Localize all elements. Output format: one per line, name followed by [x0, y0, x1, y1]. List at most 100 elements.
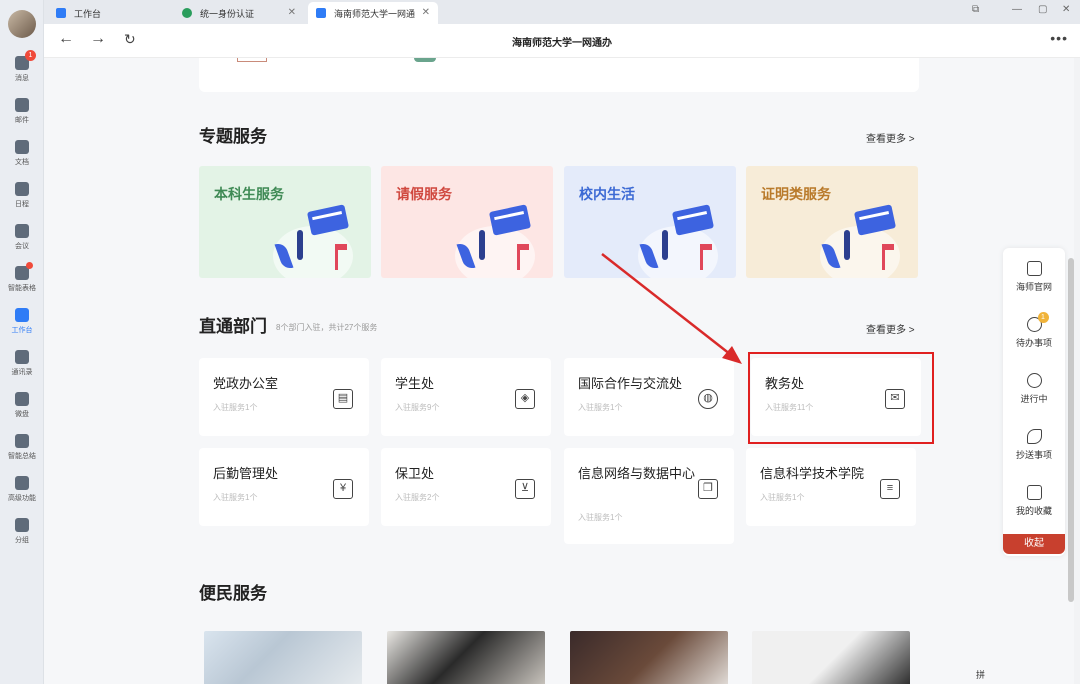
contacts-icon [15, 350, 29, 364]
quick-label: 进行中 [1020, 394, 1048, 404]
close-window-icon[interactable]: ✕ [1062, 4, 1070, 15]
rail-mail[interactable]: 邮件 [0, 94, 44, 134]
departments-more-link[interactable]: 查看更多 > [866, 321, 915, 336]
card-illustration [306, 204, 350, 236]
topics-more-link[interactable]: 查看更多 > [866, 130, 915, 145]
dept-security[interactable]: 保卫处 入驻服务2个 ⊻ [381, 448, 551, 526]
close-icon[interactable]: ✕ [422, 7, 430, 18]
page-title: 海南师范大学一网通办 [512, 38, 612, 49]
dept-info-science-college[interactable]: 信息科学技术学院 入驻服务1个 ≡ [746, 448, 916, 526]
dept-logistics[interactable]: 后勤管理处 入驻服务1个 ¥ [199, 448, 369, 526]
collapse-button[interactable]: 收起 [1003, 534, 1065, 554]
maximize-icon[interactable]: ▢ [1038, 4, 1047, 15]
card-illustration [853, 204, 897, 236]
notepad-icon: ≡ [880, 479, 900, 499]
departments-title: 直通部门 [199, 317, 267, 336]
person-illustration [662, 230, 668, 260]
handshake-icon: ◈ [515, 389, 535, 409]
topic-label: 校内生活 [579, 186, 635, 202]
rail-tags[interactable]: 分组 [0, 514, 44, 554]
tab-label: 统一身份认证 [200, 8, 255, 19]
card-decoration [237, 58, 267, 62]
rail-docs[interactable]: 文档 [0, 136, 44, 176]
mail-icon [15, 98, 29, 112]
drive-icon [15, 392, 29, 406]
meeting-icon [15, 224, 29, 238]
rail-drive[interactable]: 微盘 [0, 388, 44, 428]
minimize-icon[interactable]: — [1012, 4, 1022, 15]
document-icon [15, 140, 29, 154]
dept-name: 保卫处 [395, 466, 435, 481]
tag-icon [15, 518, 29, 532]
grid-icon [56, 8, 66, 18]
rail-label: 文档 [15, 159, 29, 166]
rail-advanced[interactable]: 高级功能 [0, 472, 44, 512]
tab-label: 海南师范大学一网通 [334, 8, 416, 19]
dept-academic-affairs[interactable]: 教务处 入驻服务11个 ✉ [751, 358, 921, 436]
service-photo[interactable] [387, 631, 545, 684]
topic-certificate-card[interactable]: 证明类服务 [746, 166, 918, 278]
rail-calendar[interactable]: 日程 [0, 178, 44, 218]
service-photo[interactable] [570, 631, 728, 684]
restore-tab-icon[interactable]: ⧉ [972, 4, 979, 15]
close-icon[interactable]: ✕ [288, 7, 296, 18]
topic-campus-life-card[interactable]: 校内生活 [564, 166, 736, 278]
tab-one-stop[interactable]: 海南师范大学一网通 ✕ [308, 2, 438, 24]
rail-label: 通讯录 [11, 369, 33, 376]
service-photo[interactable] [752, 631, 910, 684]
dept-count: 入驻服务1个 [578, 513, 623, 522]
dept-student-affairs[interactable]: 学生处 入驻服务9个 ◈ [381, 358, 551, 436]
rail-smart-sheet[interactable]: 智能表格 [0, 262, 44, 302]
todo-badge: 1 [1037, 312, 1049, 323]
rail-messages[interactable]: 1 消息 [0, 50, 44, 92]
clock-icon: 1 [1026, 312, 1049, 332]
header-card [199, 58, 919, 92]
more-icon[interactable]: ••• [1050, 30, 1068, 46]
quick-in-progress[interactable]: 进行中 [1003, 364, 1065, 416]
browser-toolbar: ← → ↻ 海南师范大学一网通办 ••• [44, 24, 1080, 58]
globe-icon: ◍ [698, 389, 718, 409]
dept-network-data[interactable]: 信息网络与数据中心 入驻服务1个 ❐ [564, 448, 734, 544]
notification-dot [26, 262, 33, 269]
dept-count: 入驻服务9个 [395, 403, 440, 412]
rail-ai-summary[interactable]: 智能总结 [0, 430, 44, 470]
dept-name: 教务处 [765, 376, 805, 391]
avatar[interactable] [8, 10, 36, 38]
page-content: 专题服务 查看更多 > 本科生服务 请假服务 校内生活 证明类服务 直通部门 8… [44, 58, 1074, 684]
dept-count: 入驻服务1个 [760, 493, 805, 502]
quick-cc[interactable]: 抄送事项 [1003, 420, 1065, 472]
topic-label: 本科生服务 [214, 186, 284, 202]
dept-count: 入驻服务1个 [578, 403, 623, 412]
rail-label: 邮件 [15, 117, 29, 124]
rail-label: 分组 [15, 537, 29, 544]
rail-contacts[interactable]: 通讯录 [0, 346, 44, 386]
yuan-tray-icon: ¥ [333, 479, 353, 499]
monitor-icon [1026, 261, 1042, 276]
service-photo[interactable] [204, 631, 362, 684]
tab-workbench[interactable]: 工作台 [48, 2, 170, 24]
tab-identity-auth[interactable]: 统一身份认证 ✕ [174, 2, 304, 24]
cart-icon: ⊻ [515, 479, 535, 499]
quick-favorites[interactable]: 我的收藏 [1003, 476, 1065, 528]
id-card-icon: ▤ [333, 389, 353, 409]
quick-label: 抄送事项 [1015, 450, 1052, 460]
quick-official-site[interactable]: 海师官网 [1003, 252, 1065, 304]
calendar-icon [15, 182, 29, 196]
quick-label: 海师官网 [1015, 282, 1052, 292]
dept-party-office[interactable]: 党政办公室 入驻服务1个 ▤ [199, 358, 369, 436]
rail-label: 智能表格 [8, 285, 36, 292]
topic-undergrad-card[interactable]: 本科生服务 [199, 166, 371, 278]
topic-leave-card[interactable]: 请假服务 [381, 166, 553, 278]
dept-count: 入驻服务1个 [213, 493, 258, 502]
flag-illustration [517, 244, 529, 270]
quick-todo[interactable]: 1 待办事项 [1003, 308, 1065, 360]
rail-workbench[interactable]: 工作台 [0, 304, 44, 344]
tab-label: 工作台 [74, 8, 102, 19]
dept-international[interactable]: 国际合作与交流处 入驻服务1个 ◍ [564, 358, 734, 436]
topic-label: 证明类服务 [761, 186, 831, 202]
rail-meeting[interactable]: 会议 [0, 220, 44, 260]
topic-label: 请假服务 [396, 186, 452, 202]
dept-count: 入驻服务1个 [213, 403, 258, 412]
scrollbar[interactable] [1068, 258, 1074, 602]
ime-indicator[interactable]: 拼 [976, 668, 985, 681]
